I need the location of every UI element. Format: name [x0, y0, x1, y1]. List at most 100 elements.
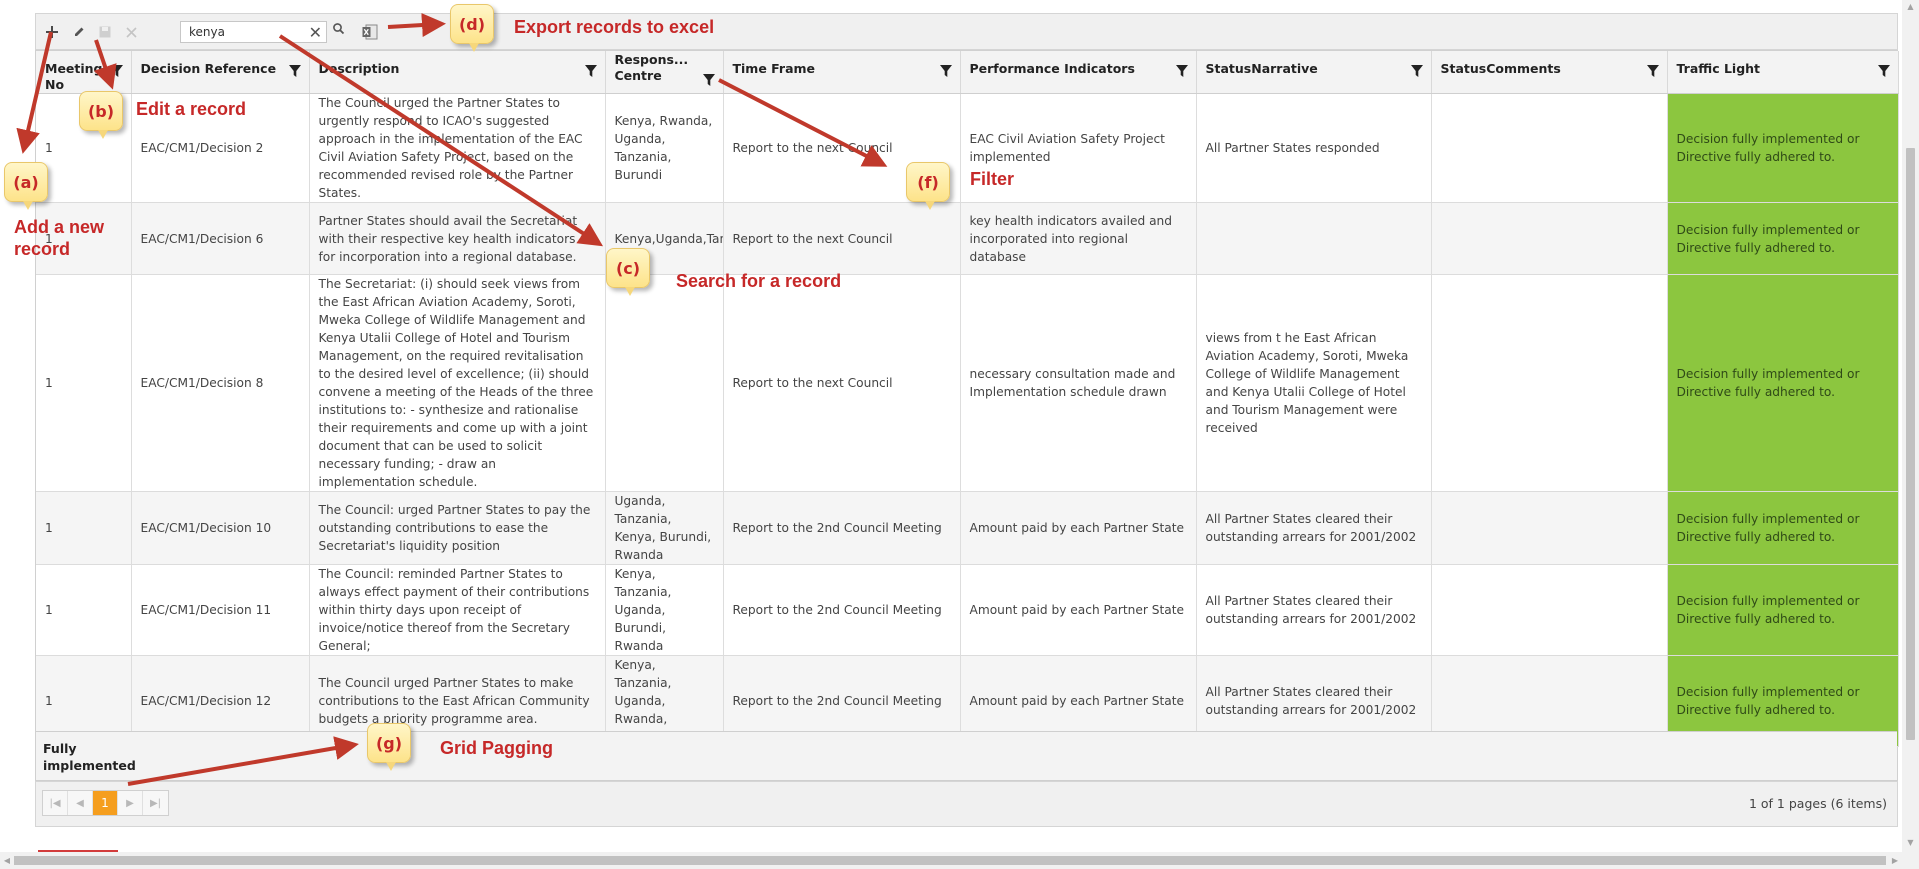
cell-decision-reference: EAC/CM1/Decision 10	[131, 491, 310, 565]
column-label: Description	[318, 61, 400, 76]
table-row[interactable]: 1 EAC/CM1/Decision 11 The Council: remin…	[36, 564, 1899, 656]
annotation-filter: Filter	[970, 169, 1015, 189]
callout-a: (a)	[4, 162, 48, 210]
filter-icon[interactable]	[702, 74, 715, 86]
column-label: StatusComments	[1440, 61, 1561, 76]
cell-responsible-centre: Kenya, Rwanda, Uganda, Tanzania, Burundi	[605, 93, 724, 203]
header-row: Meeting No Decision Reference Descriptio…	[36, 51, 1899, 94]
scroll-left-icon[interactable]: ◀	[0, 852, 14, 869]
cell-description: The Secretariat: (i) should seek views f…	[309, 274, 606, 492]
cell-meeting-no: 1	[36, 274, 132, 492]
cell-status-narrative: All Partner States cleared their outstan…	[1196, 564, 1432, 656]
vertical-scrollbar[interactable]: ▲ ▼	[1902, 0, 1919, 869]
screenshot-frame: ✕ Meeting No Decision Reference Descript…	[0, 0, 1919, 869]
clear-search-icon[interactable]: ✕	[309, 23, 322, 42]
edit-icon[interactable]	[69, 22, 89, 42]
cell-description: The Council: urged Partner States to pay…	[309, 491, 606, 565]
callout-f: (f)	[906, 162, 950, 210]
cell-decision-reference: EAC/CM1/Decision 8	[131, 274, 310, 492]
cell-performance-indicators: Amount paid by each Partner State	[960, 564, 1197, 656]
cell-status-comments	[1431, 93, 1668, 203]
column-header-status-comments[interactable]: StatusComments	[1431, 51, 1668, 94]
callout-b: (b)	[79, 91, 123, 139]
table-row[interactable]: 1 EAC/CM1/Decision 10 The Council: urged…	[36, 491, 1899, 565]
filter-icon[interactable]	[1410, 65, 1423, 77]
cell-status-narrative: All Partner States cleared their outstan…	[1196, 491, 1432, 565]
grid-table: Meeting No Decision Reference Descriptio…	[36, 51, 1899, 747]
filter-icon[interactable]	[584, 65, 597, 77]
column-label: Respons... Centre	[614, 52, 689, 83]
group-footer: Fully implemented	[36, 731, 1897, 781]
column-header-time-frame[interactable]: Time Frame	[723, 51, 961, 94]
cell-time-frame: Report to the 2nd Council Meeting	[723, 564, 961, 656]
cancel-icon[interactable]	[121, 22, 141, 42]
cell-description: Partner States should avail the Secretar…	[309, 202, 606, 275]
filter-icon[interactable]	[1175, 65, 1188, 77]
scroll-up-icon[interactable]: ▲	[1902, 0, 1919, 14]
column-label: StatusNarrative	[1205, 61, 1318, 76]
column-header-traffic-light[interactable]: Traffic Light	[1667, 51, 1899, 94]
column-label: Time Frame	[732, 61, 816, 76]
table-row[interactable]: 1 EAC/CM1/Decision 2 The Council urged t…	[36, 93, 1899, 203]
table-row[interactable]: 1 EAC/CM1/Decision 8 The Secretariat: (i…	[36, 274, 1899, 492]
filter-icon[interactable]	[288, 65, 301, 77]
table-row[interactable]: 1 EAC/CM1/Decision 6 Partner States shou…	[36, 202, 1899, 275]
cell-time-frame: Report to the 2nd Council Meeting	[723, 491, 961, 565]
annotation-grid-paging: Grid Pagging	[440, 738, 554, 758]
column-header-description[interactable]: Description	[309, 51, 606, 94]
filter-icon[interactable]	[1646, 65, 1659, 77]
cell-status-comments	[1431, 202, 1668, 275]
cell-description: The Council: reminded Partner States to …	[309, 564, 606, 656]
next-page-icon[interactable]: ▶	[118, 791, 143, 815]
scroll-down-icon[interactable]: ▼	[1902, 836, 1919, 850]
column-header-performance-indicators[interactable]: Performance Indicators	[960, 51, 1197, 94]
cell-status-narrative: All Partner States responded	[1196, 93, 1432, 203]
cell-time-frame: Report to the next Council	[723, 202, 961, 275]
column-label: Performance Indicators	[969, 61, 1135, 76]
callout-c: (c)	[606, 248, 650, 296]
cell-traffic-light: Decision fully implemented or Directive …	[1667, 274, 1899, 492]
cell-traffic-light: Decision fully implemented or Directive …	[1667, 491, 1899, 565]
filter-icon[interactable]	[1877, 65, 1890, 77]
pager-buttons: |◀ ◀ 1 ▶ ▶|	[42, 790, 169, 816]
cell-performance-indicators: key health indicators availed and incorp…	[960, 202, 1197, 275]
cell-time-frame: Report to the next Council	[723, 274, 961, 492]
group-footer-label: Fully implemented	[43, 741, 136, 773]
cell-performance-indicators: necessary consultation made and Implemen…	[960, 274, 1197, 492]
filter-icon[interactable]	[110, 65, 123, 77]
search-input[interactable]	[181, 22, 309, 42]
filter-icon[interactable]	[939, 65, 952, 77]
cell-traffic-light: Decision fully implemented or Directive …	[1667, 93, 1899, 203]
horizontal-scroll-thumb[interactable]	[14, 856, 1886, 865]
column-label: Decision Reference	[140, 61, 277, 76]
page-number-button[interactable]: 1	[93, 791, 118, 815]
annotation-export-excel: Export records to excel	[514, 17, 715, 37]
grid-toolbar: ✕	[35, 13, 1898, 50]
cell-traffic-light: Decision fully implemented or Directive …	[1667, 202, 1899, 275]
cell-meeting-no: 1	[36, 491, 132, 565]
search-icon[interactable]	[332, 22, 352, 42]
column-header-responsible-centre[interactable]: Respons... Centre	[605, 51, 724, 94]
grid-pager: |◀ ◀ 1 ▶ ▶| 1 of 1 pages (6 items)	[35, 781, 1898, 827]
excel-icon[interactable]	[362, 21, 384, 43]
cell-decision-reference: EAC/CM1/Decision 11	[131, 564, 310, 656]
vertical-scroll-thumb[interactable]	[1906, 148, 1915, 740]
cell-responsible-centre	[605, 274, 724, 492]
prev-page-icon[interactable]: ◀	[68, 791, 93, 815]
column-header-status-narrative[interactable]: StatusNarrative	[1196, 51, 1432, 94]
add-icon[interactable]	[42, 22, 62, 42]
cell-responsible-centre: Uganda, Tanzania, Kenya, Burundi, Rwanda	[605, 491, 724, 565]
save-icon[interactable]	[95, 22, 115, 42]
last-page-icon[interactable]: ▶|	[143, 791, 168, 815]
cell-decision-reference: EAC/CM1/Decision 6	[131, 202, 310, 275]
callout-g: (g)	[367, 723, 411, 771]
first-page-icon[interactable]: |◀	[43, 791, 68, 815]
cell-traffic-light: Decision fully implemented or Directive …	[1667, 564, 1899, 656]
callout-d: (d)	[450, 4, 494, 52]
column-header-meeting-no[interactable]: Meeting No	[36, 51, 132, 94]
horizontal-scrollbar[interactable]: ◀ ▶	[0, 852, 1902, 869]
cell-status-comments	[1431, 274, 1668, 492]
scroll-right-icon[interactable]: ▶	[1888, 852, 1902, 869]
column-header-decision-reference[interactable]: Decision Reference	[131, 51, 310, 94]
cell-meeting-no: 1	[36, 564, 132, 656]
